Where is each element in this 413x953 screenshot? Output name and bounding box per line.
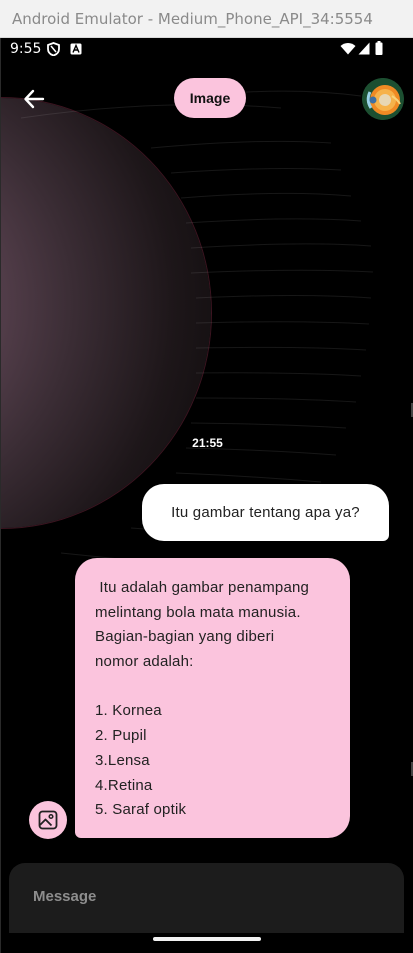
a-badge-icon <box>70 43 82 55</box>
user-message-bubble: Itu gambar tentang apa ya? <box>142 484 389 541</box>
wifi-icon <box>340 43 356 55</box>
window-title: Android Emulator - Medium_Phone_API_34:5… <box>12 9 373 28</box>
image-icon <box>38 810 58 830</box>
avatar[interactable] <box>362 78 404 120</box>
back-arrow-icon[interactable] <box>21 86 47 112</box>
bot-message-line: 5. Saraf optik <box>95 801 187 819</box>
message-composer <box>9 863 404 933</box>
chat-title: Image <box>189 90 231 106</box>
bot-message-line: Itu adalah gambar penampang <box>95 579 310 596</box>
message-input[interactable] <box>33 885 373 907</box>
bot-message-line: melintang bola mata manusia. <box>95 603 301 621</box>
attach-image-button[interactable] <box>29 801 67 839</box>
message-timestamp: 21:55 <box>192 436 223 450</box>
bot-message-line: 2. Pupil <box>95 727 147 745</box>
battery-icon <box>375 41 383 55</box>
bot-message-line: Bagian-bagian yang diberi <box>95 628 275 646</box>
status-time: 9:55 <box>10 41 42 57</box>
user-message-text: Itu gambar tentang apa ya? <box>171 504 360 521</box>
eye-anatomy-icon <box>362 78 404 120</box>
bot-message-line: 3.Lensa <box>95 751 150 769</box>
bot-message-bubble: Itu adalah gambar penampang melintang bo… <box>75 558 350 838</box>
bot-message-line: nomor adalah: <box>95 653 194 671</box>
bot-message-line: 4.Retina <box>95 776 153 794</box>
status-bar: 9:55 <box>1 38 413 60</box>
emulator-title-bar: Android Emulator - Medium_Phone_API_34:5… <box>0 0 413 38</box>
bot-message-line: 1. Kornea <box>95 702 162 720</box>
signal-icon <box>358 42 370 55</box>
bot-message-line <box>95 675 334 700</box>
chat-title-chip: Image <box>174 78 246 118</box>
shield-icon <box>47 42 60 56</box>
gesture-nav-handle[interactable] <box>153 937 261 941</box>
phone-screen: 9:55 Image 21:55 Itu gambar tentang apa … <box>0 38 413 953</box>
